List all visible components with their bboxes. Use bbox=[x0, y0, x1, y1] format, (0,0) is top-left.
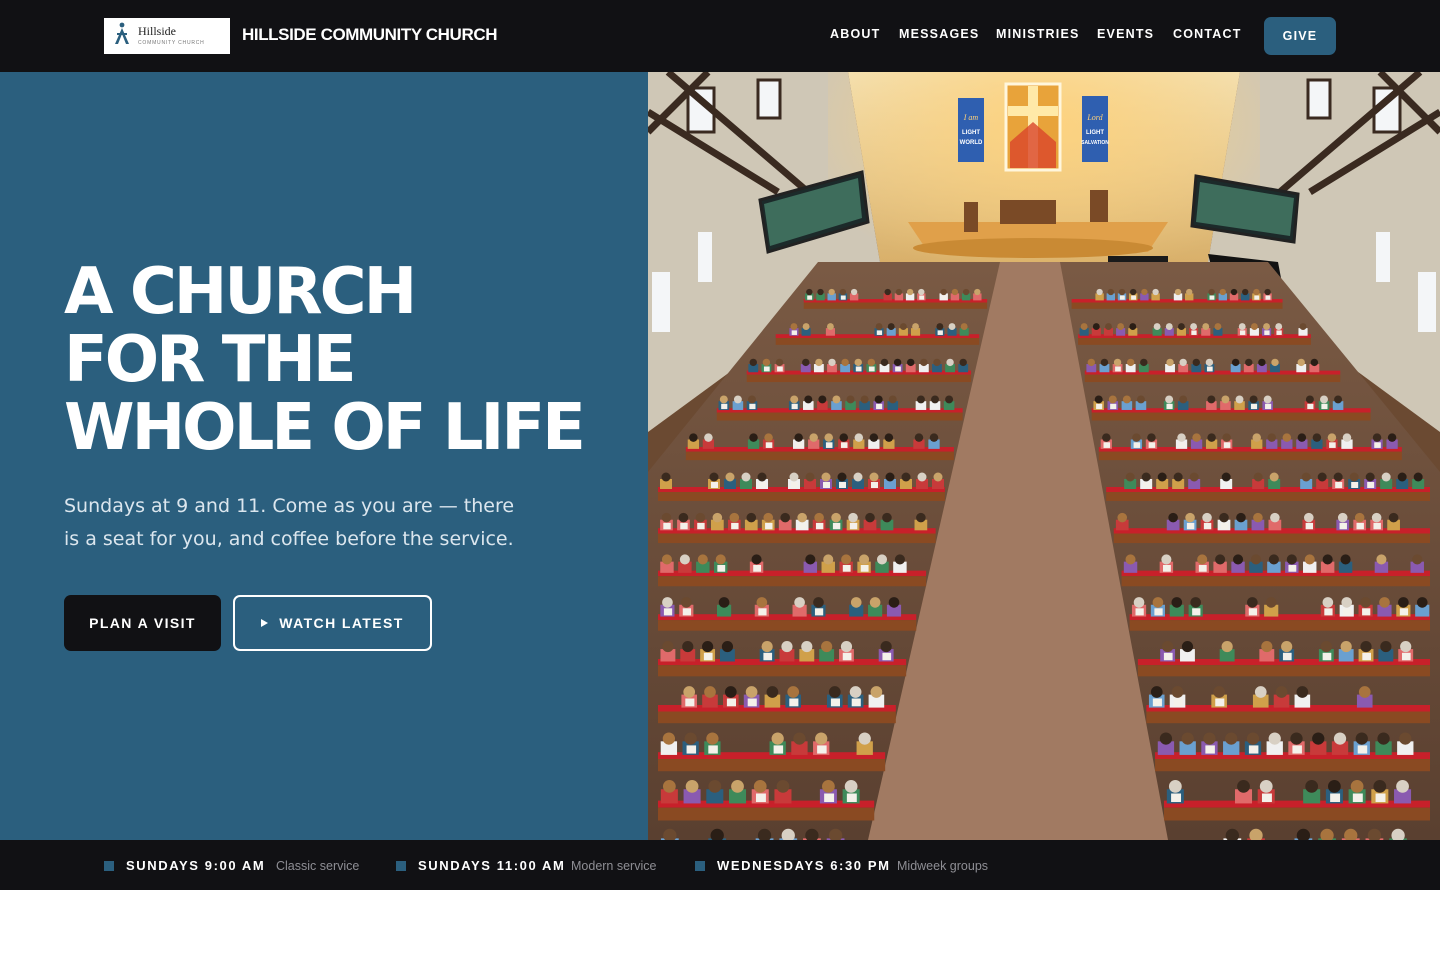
headline-line: A CHURCH bbox=[64, 255, 417, 329]
service-time: WEDNESDAYS 6:30 PM bbox=[717, 858, 891, 873]
banner-right-text: Lord bbox=[1086, 113, 1103, 122]
banner-left-text: LIGHT bbox=[962, 130, 980, 136]
square-bullet-icon bbox=[104, 861, 114, 871]
hero-subtext: Sundays at 9 and 11. Come as you are — t… bbox=[64, 495, 515, 550]
plan-visit-button[interactable]: PLAN A VISIT bbox=[64, 595, 221, 651]
headline-line: WHOLE OF LIFE bbox=[64, 391, 586, 465]
banner-left-text: I am bbox=[963, 113, 979, 122]
play-icon bbox=[261, 619, 269, 627]
site-header: Hillside Community Church HILLSIDE COMMU… bbox=[0, 0, 1440, 72]
sanctuary-illustration: I am LIGHT WORLD Lord LIGHT SALVATION bbox=[648, 72, 1440, 840]
service-type: Midweek groups bbox=[897, 859, 989, 873]
nav-messages[interactable]: MESSAGES bbox=[899, 27, 979, 41]
nav-contact[interactable]: CONTACT bbox=[1173, 27, 1242, 41]
square-bullet-icon bbox=[396, 861, 406, 871]
sanctuary-photo: I am LIGHT WORLD Lord LIGHT SALVATION bbox=[648, 72, 1440, 840]
square-bullet-icon bbox=[695, 861, 705, 871]
main-nav: ABOUT MESSAGES MINISTRIES EVENTS CONTACT bbox=[0, 27, 1440, 45]
hero-headline: A CHURCH FOR THE WHOLE OF LIFE bbox=[64, 258, 624, 462]
banner-right-text: SALVATION bbox=[1081, 140, 1109, 146]
nav-events[interactable]: EVENTS bbox=[1097, 27, 1154, 41]
give-button[interactable]: GIVE bbox=[1264, 17, 1336, 55]
watch-latest-button[interactable]: WATCH LATEST bbox=[233, 595, 432, 651]
banner-right-text: LIGHT bbox=[1086, 130, 1104, 136]
watch-latest-label: WATCH LATEST bbox=[279, 615, 404, 631]
headline-line: FOR THE bbox=[64, 323, 357, 397]
service-times-bar: SUNDAYS 9:00 AM Classic service SUNDAYS … bbox=[0, 840, 1440, 890]
banner-left-text: WORLD bbox=[960, 140, 983, 146]
service-type: Classic service bbox=[276, 859, 360, 873]
nav-about[interactable]: ABOUT bbox=[830, 27, 880, 41]
nav-ministries[interactable]: MINISTRIES bbox=[996, 27, 1080, 41]
service-type: Modern service bbox=[571, 859, 657, 873]
service-time: SUNDAYS 9:00 AM bbox=[126, 858, 266, 873]
service-time: SUNDAYS 11:00 AM bbox=[418, 858, 566, 873]
